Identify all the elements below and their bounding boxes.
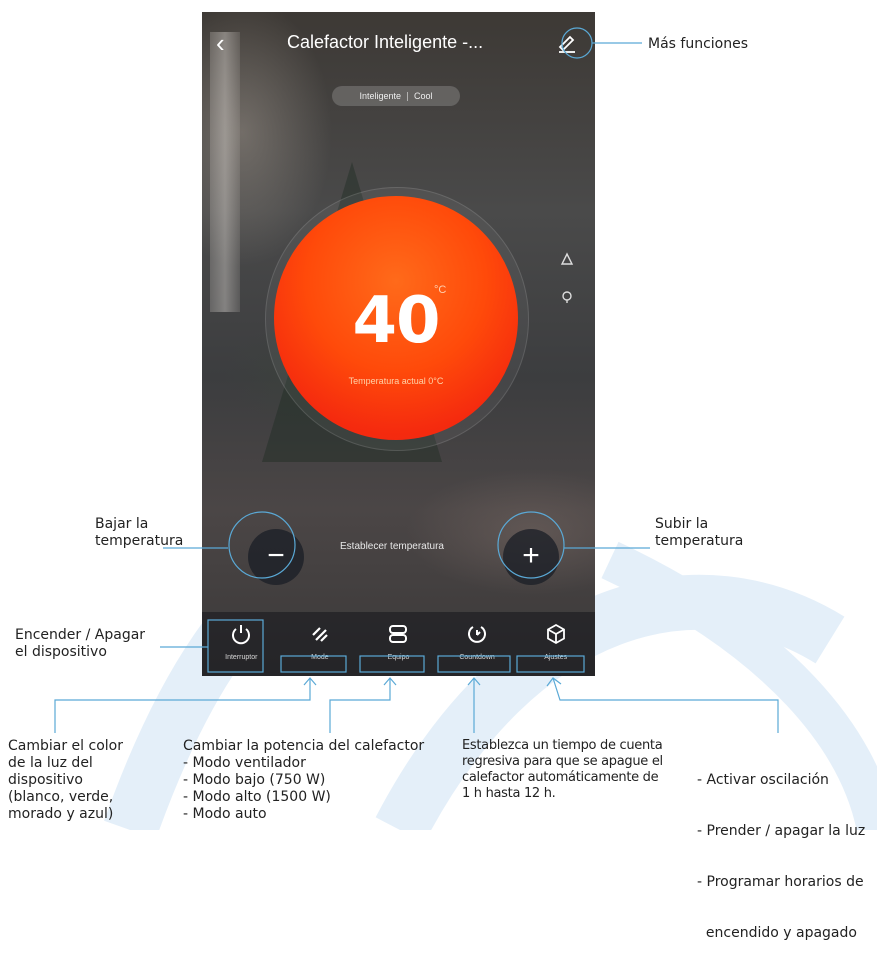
increase-temp-button[interactable]: + <box>503 529 559 585</box>
annotation-line: el dispositivo <box>15 644 107 660</box>
decrease-temp-button[interactable]: − <box>248 529 304 585</box>
temperature-unit: °C <box>434 284 447 296</box>
annotation-line: - Prender / apagar la luz <box>697 823 866 839</box>
toolbar-equipment[interactable]: Equipo <box>363 612 433 661</box>
annotation-line: Cambiar la potencia del calefactor <box>183 738 425 754</box>
device-title: Calefactor Inteligente -... <box>287 32 484 52</box>
toolbar-countdown-label: Countdown <box>459 654 495 661</box>
annotation-settings: - Activar oscilación - Prender / apagar … <box>697 738 865 959</box>
toolbar-mode[interactable]: Mode <box>285 612 355 661</box>
set-temperature-value: 40 <box>352 284 440 358</box>
annotation-power-level: Cambiar la potencia del calefactor - Mod… <box>183 738 424 823</box>
annotation-line: - Modo bajo (750 W) <box>183 772 326 788</box>
triangle-icon[interactable] <box>560 252 574 266</box>
back-button[interactable]: ‹ <box>216 30 225 56</box>
annotation-power: Encender / Apagar el dispositivo <box>15 627 145 661</box>
cube-icon <box>546 623 565 645</box>
annotation-countdown: Establezca un tiempo de cuenta regresiva… <box>462 738 663 802</box>
toolbar-settings[interactable]: Ajustes <box>521 612 591 661</box>
annotation-line: Encender / Apagar <box>15 627 146 643</box>
toolbar-mode-label: Mode <box>311 654 329 661</box>
annotation-line: temperatura <box>655 533 744 549</box>
toolbar-settings-label: Ajustes <box>544 654 568 661</box>
annotation-line: de la luz del <box>8 755 93 771</box>
phone-screen: ‹ Calefactor Inteligente -... Inteligent… <box>202 12 595 676</box>
mode-pill-left: Inteligente <box>359 91 402 101</box>
annotation-line: Subir la <box>655 516 709 532</box>
timer-icon <box>468 626 487 643</box>
annotation-line: Bajar la <box>95 516 149 532</box>
temperature-dial[interactable]: 40 °C Temperatura actual 0°C <box>274 196 518 440</box>
annotation-line: (blanco, verde, <box>8 789 114 805</box>
annotation-raise-temp: Subir la temperatura <box>655 516 743 550</box>
edit-icon[interactable] <box>556 32 578 54</box>
toolbar-power[interactable]: Interruptor <box>206 612 276 661</box>
annotation-more-functions: Más funciones <box>648 36 749 52</box>
annotation-line: - Activar oscilación <box>697 772 829 788</box>
stack-icon <box>389 625 408 643</box>
annotation-line: Establezca un tiempo de cuenta <box>462 738 663 753</box>
current-temperature: Temperatura actual 0°C <box>348 376 444 386</box>
mode-pill-divider <box>407 91 409 101</box>
annotation-line: dispositivo <box>8 772 83 788</box>
annotation-line: - Programar horarios de <box>697 874 864 890</box>
toolbar-equipment-label: Equipo <box>387 654 410 661</box>
annotation-line: - Modo alto (1500 W) <box>183 789 331 805</box>
bottom-toolbar: Interruptor Mode Equipo Countdown Ajuste… <box>202 612 595 676</box>
annotation-line: morado y azul) <box>8 806 114 822</box>
annotation-line: regresiva para que se apague el <box>462 754 663 769</box>
power-icon <box>232 625 251 645</box>
annotation-line: Cambiar el color <box>8 738 123 754</box>
bulb-icon[interactable] <box>560 290 574 304</box>
annotation-light-color: Cambiar el color de la luz del dispositi… <box>8 738 123 823</box>
set-temperature-label: Establecer temperatura <box>340 541 444 552</box>
annotation-line: calefactor automáticamente de <box>462 770 659 785</box>
mode-pill-right: Cool <box>414 91 433 101</box>
annotation-line: 1 h hasta 12 h. <box>462 786 556 801</box>
annotation-lower-temp: Bajar la temperatura <box>95 516 183 550</box>
toolbar-countdown[interactable]: Countdown <box>442 612 512 661</box>
annotation-line: temperatura <box>95 533 184 549</box>
mode-pill[interactable]: Inteligente Cool <box>332 86 460 106</box>
slashes-icon <box>312 627 328 642</box>
annotation-line: encendido y apagado <box>697 925 857 941</box>
annotation-line: - Modo auto <box>183 806 267 822</box>
toolbar-power-label: Interruptor <box>225 654 258 661</box>
background-pillar <box>210 32 240 312</box>
annotation-line: - Modo ventilador <box>183 755 306 771</box>
